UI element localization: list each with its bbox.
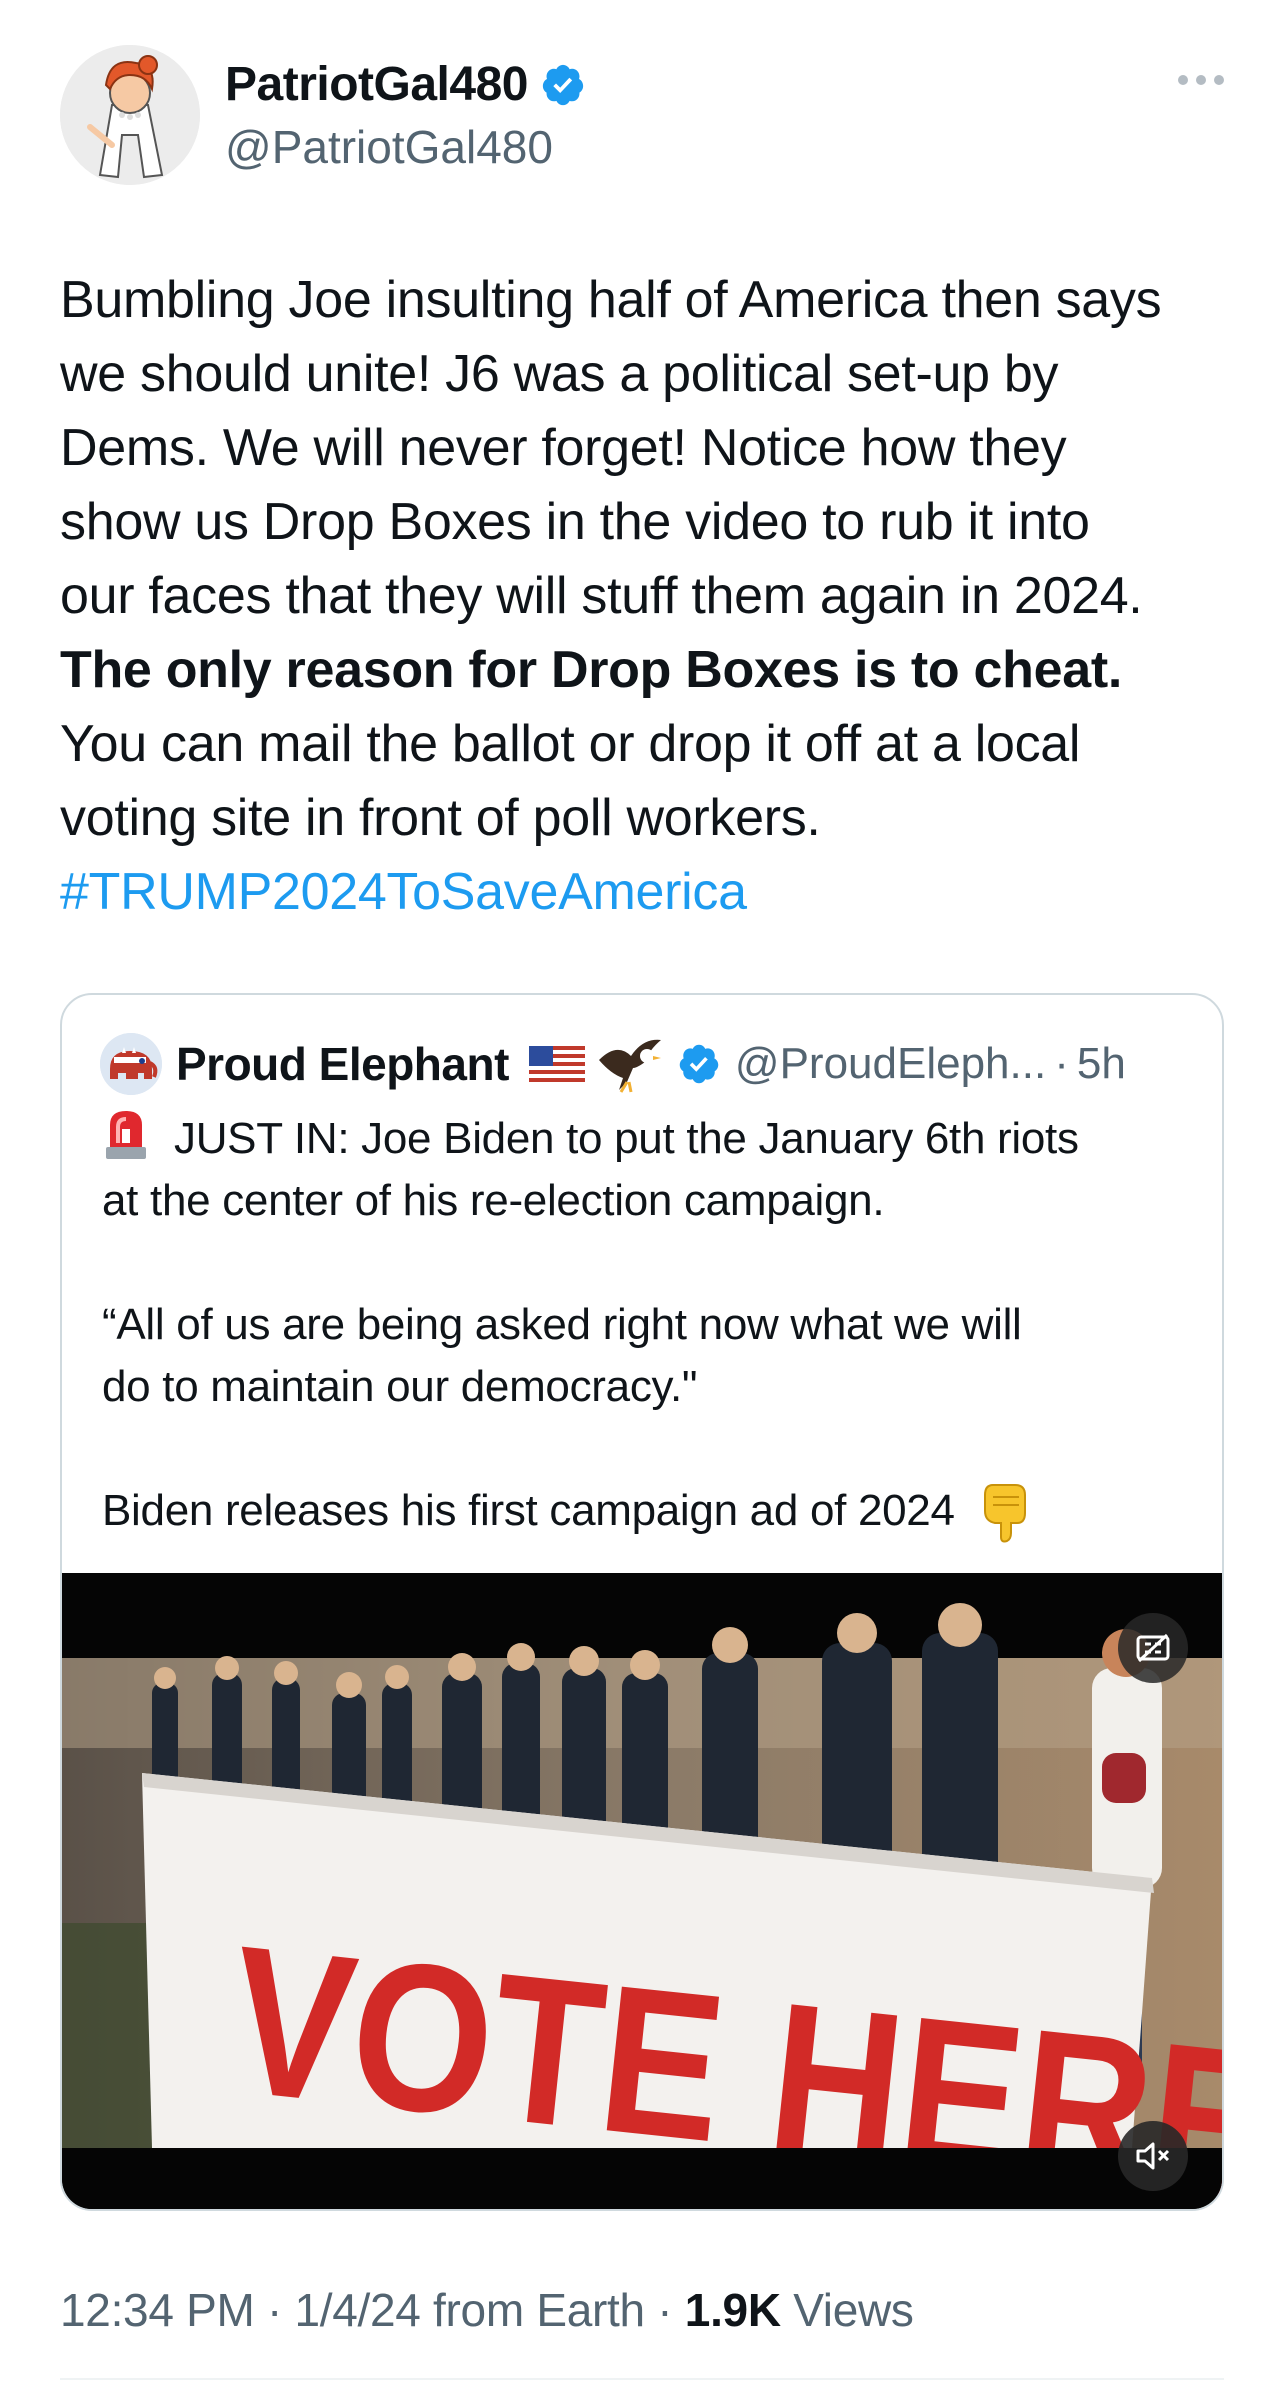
- tweet-body: Bumbling Joe insulting half of America t…: [60, 263, 1240, 929]
- quoted-text: Biden releases his first campaign ad of …: [102, 1486, 955, 1535]
- quoted-tweet-body: JUST IN: Joe Biden to put the January 6t…: [102, 1107, 1202, 1543]
- pointing-down-icon: [983, 1484, 1026, 1543]
- muted-speaker-icon[interactable]: [1118, 2121, 1188, 2191]
- views-label: Views: [780, 2284, 914, 2336]
- quoted-text-line: JUST IN: Joe Biden to put the January 6t…: [102, 1107, 1202, 1170]
- meta-separator: ·: [254, 2284, 295, 2336]
- author-avatar[interactable]: [60, 45, 200, 185]
- verified-badge-icon: [542, 64, 584, 105]
- quoted-author-name[interactable]: Proud Elephant: [176, 1037, 509, 1091]
- author-name[interactable]: PatriotGal480: [225, 57, 528, 112]
- views-count[interactable]: 1.9K: [685, 2284, 781, 2336]
- tweet-meta: 12:34 PM · 1/4/24 from Earth · 1.9K View…: [60, 2283, 914, 2337]
- quoted-author-handle[interactable]: @ProudEleph...: [735, 1039, 1046, 1089]
- quoted-author-avatar[interactable]: [100, 1033, 162, 1095]
- siren-icon: [106, 1111, 146, 1159]
- quoted-timestamp[interactable]: 5h: [1077, 1039, 1126, 1089]
- eagle-icon: [598, 1039, 661, 1093]
- quoted-text-line: at the center of his re-election campaig…: [102, 1176, 885, 1225]
- closed-captions-icon[interactable]: [1118, 1613, 1188, 1683]
- tweet-text-line: Bumbling Joe insulting half of America t…: [60, 271, 1162, 329]
- author-handle[interactable]: @PatriotGal480: [225, 120, 553, 174]
- quoted-verified-badge-icon: [679, 1044, 719, 1084]
- us-flag-icon: [528, 1046, 585, 1082]
- video-frame: VOTE HERE: [62, 1573, 1222, 2209]
- quoted-text-line: Biden releases his first campaign ad of …: [102, 1480, 1202, 1543]
- separator-dot: ·: [1054, 1039, 1069, 1088]
- tweet-date-source[interactable]: 1/4/24 from Earth: [294, 2284, 645, 2336]
- quoted-text-line: “All of us are being asked right now wha…: [102, 1300, 1022, 1349]
- hashtag-link[interactable]: #TRUMP2024ToSaveAmerica: [60, 855, 1240, 929]
- divider: [60, 2378, 1224, 2380]
- tweet-text-line: You can mail the ballot or drop it off a…: [60, 715, 1081, 773]
- quoted-tweet-header: Proud Elephant @ProudEleph... · 5h: [100, 1033, 1126, 1095]
- tweet-text-line: voting site in front of poll workers.: [60, 789, 821, 847]
- quoted-text-line: do to maintain our democracy.": [102, 1362, 698, 1411]
- tweet-header: PatriotGal480 @PatriotGal480: [60, 45, 1224, 190]
- tweet-text-bold-line: The only reason for Drop Boxes is to che…: [60, 641, 1122, 699]
- tweet-text-line: Dems. We will never forget! Notice how t…: [60, 419, 1067, 477]
- more-options-icon[interactable]: [1178, 75, 1224, 85]
- meta-separator: ·: [644, 2284, 685, 2336]
- tweet-text-line: we should unite! J6 was a political set-…: [60, 345, 1059, 403]
- video-player[interactable]: VOTE HERE: [62, 1573, 1222, 2209]
- quoted-tweet-card[interactable]: Proud Elephant @ProudEleph... · 5h JUST …: [60, 993, 1224, 2211]
- tweet-text-line: show us Drop Boxes in the video to rub i…: [60, 493, 1090, 551]
- quoted-text: JUST IN: Joe Biden to put the January 6t…: [174, 1114, 1079, 1163]
- tweet-time[interactable]: 12:34 PM: [60, 2284, 255, 2336]
- tweet-text-line: our faces that they will stuff them agai…: [60, 567, 1143, 625]
